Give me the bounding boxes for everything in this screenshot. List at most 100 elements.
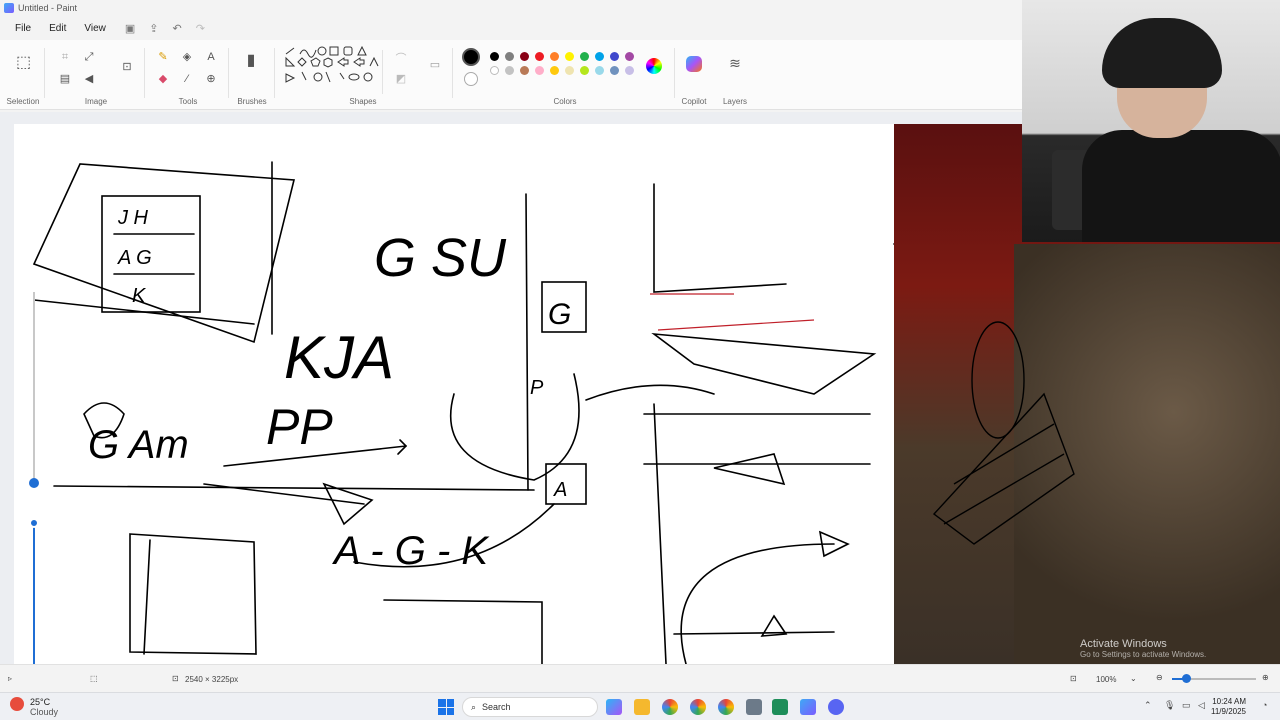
volume-icon[interactable]: ◁ [1198,700,1205,711]
rotate-icon[interactable]: ▤ [58,72,72,86]
outline-icon[interactable]: ⌒ [394,52,408,66]
notification-icon[interactable]: ◔ [1262,700,1267,710]
menu-view[interactable]: View [75,23,115,34]
paint-taskbar-icon[interactable] [800,699,816,715]
chrome-icon[interactable] [662,699,678,715]
pencil-icon[interactable]: ✎ [156,50,170,64]
divider [674,48,675,98]
crop-icon[interactable]: ⌗ [58,50,72,64]
color-swatch[interactable] [535,52,544,61]
zoom-slider[interactable] [1172,674,1256,683]
shape-fill-icon[interactable]: ◩ [394,72,408,86]
color-swatch[interactable] [580,52,589,61]
color-swatch[interactable] [565,66,574,75]
microphone-tray-icon[interactable]: 🎙 [1164,700,1175,711]
shapes-gallery-icon[interactable] [282,46,392,94]
color-swatch[interactable] [520,52,529,61]
edit-colors-icon[interactable] [646,58,662,74]
eraser-icon[interactable]: ◆ [156,72,170,86]
fit-icon[interactable]: ⊡ [1070,674,1077,683]
brush-icon[interactable]: ▮ [244,53,258,69]
color-swatch[interactable] [535,66,544,75]
copilot-icon[interactable] [686,56,702,72]
color-swatch[interactable] [610,52,619,61]
group-copilot: Copilot [676,44,712,108]
menu-file[interactable]: File [6,23,40,34]
group-label-copilot: Copilot [681,97,707,106]
color-swatch[interactable] [490,66,499,75]
layers-icon[interactable]: ≋ [728,56,742,70]
window-title: Untitled - Paint [18,3,78,13]
color-swatch[interactable] [550,52,559,61]
start-button[interactable] [438,699,454,715]
snipping-tool-icon[interactable] [746,699,762,715]
sketch-label: K [132,285,147,307]
person-hair [1102,18,1222,88]
person-body [1082,130,1280,242]
selection-size-icon: ⬚ [90,674,98,683]
sketch-strokes: J H A G K G SU KJA G P A G Am PP A - G -… [32,161,894,664]
app-icon[interactable] [772,699,788,715]
file-explorer-icon[interactable] [634,699,650,715]
battery-icon[interactable]: ▭ [1182,700,1191,711]
weather-temp[interactable]: 25°C [30,697,50,707]
resize-icon[interactable]: ⤢ [82,50,96,64]
color-swatch[interactable] [610,66,619,75]
undo-icon[interactable]: ↶ [172,22,181,35]
color-swatch[interactable] [490,52,499,61]
chrome-profile-icon[interactable] [690,699,706,715]
color-swatch[interactable] [505,66,514,75]
weather-icon[interactable] [10,697,24,711]
magnifier-icon[interactable]: ⊕ [204,72,218,86]
image-select-icon[interactable]: ⊡ [120,60,134,74]
color-swatch[interactable] [565,52,574,61]
color-picker-icon[interactable]: ⁄ [180,72,194,86]
sketch-label: G SU [374,228,507,288]
menu-edit[interactable]: Edit [40,23,75,34]
taskbar-search[interactable]: ⌕ Search [462,697,598,717]
system-clock[interactable]: 10:24 AM 11/9/2025 [1211,697,1246,717]
copilot-taskbar-icon[interactable] [606,699,622,715]
color-swatch[interactable] [595,66,604,75]
activation-watermark: Activate Windows Go to Settings to activ… [1080,638,1206,659]
brush-size-slider[interactable] [28,292,40,664]
secondary-color-swatch[interactable] [464,72,478,86]
color-swatch[interactable] [625,52,634,61]
zoom-in-icon[interactable]: ⊕ [1262,673,1269,682]
sketch-label: G [548,298,571,331]
chevron-up-icon[interactable]: ⌃ [1144,700,1152,711]
share-icon[interactable]: ⇪ [149,22,158,35]
primary-color-swatch[interactable] [462,48,480,66]
chevron-down-icon[interactable]: ⌄ [1130,674,1137,683]
selection-icon[interactable]: ⬚ [16,55,31,71]
sketch-label: G Am [88,423,189,467]
color-swatch[interactable] [520,66,529,75]
divider [228,48,229,98]
flip-icon[interactable]: ◀ [82,72,96,86]
canvas-size: 2540 × 3225px [185,675,239,684]
save-icon[interactable]: ▣ [125,22,135,35]
watermark-subtitle: Go to Settings to activate Windows. [1080,650,1207,659]
shape-size-icon[interactable]: ▭ [428,58,442,72]
redo-icon[interactable]: ↷ [196,22,205,35]
taskbar: 25°C Cloudy ⌕ Search ⌃ 🎙 ▭ ◁ 10:24 AM 11… [0,692,1280,720]
zoom-level[interactable]: 100% [1096,675,1116,684]
discord-icon[interactable] [828,699,844,715]
weather-desc[interactable]: Cloudy [30,707,58,717]
sketch-label: J H [117,207,149,229]
drawing-canvas[interactable]: J H A G K G SU KJA G P A G Am PP A - G -… [14,124,894,664]
zoom-out-icon[interactable]: ⊖ [1156,673,1163,682]
group-label-colors: Colors [553,97,577,106]
group-label-shapes: Shapes [349,97,377,106]
fill-icon[interactable]: ◈ [180,50,194,64]
color-swatch[interactable] [505,52,514,61]
color-swatch[interactable] [580,66,589,75]
chrome-alt-icon[interactable] [718,699,734,715]
sketch-label: A G [117,247,152,269]
text-icon[interactable]: A [204,50,218,64]
group-label-brushes: Brushes [237,97,267,106]
divider [452,48,453,98]
color-swatch[interactable] [625,66,634,75]
color-swatch[interactable] [550,66,559,75]
color-swatch[interactable] [595,52,604,61]
